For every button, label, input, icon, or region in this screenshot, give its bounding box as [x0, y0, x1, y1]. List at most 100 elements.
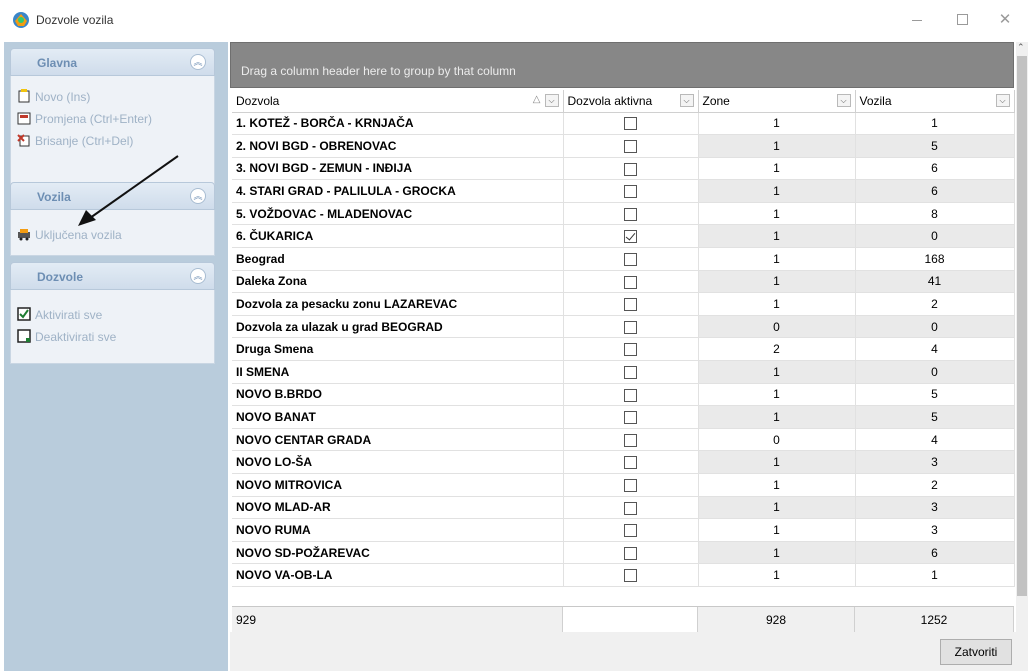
filter-dropdown-icon[interactable]: ⌵ — [544, 94, 559, 107]
group-body-vozila: Uključena vozila — [10, 210, 215, 256]
close-window-button[interactable]: ✕ — [982, 6, 1028, 34]
active-checkbox[interactable] — [624, 275, 637, 289]
table-row[interactable]: Dozvola za pesacku zonu LAZAREVAC 1 2 — [232, 292, 1015, 316]
cell-dozvola-aktivna[interactable] — [563, 450, 699, 474]
cell-dozvola-aktivna[interactable] — [563, 315, 699, 339]
filter-dropdown-icon[interactable]: ⌵ — [679, 94, 694, 107]
group-by-panel[interactable]: Drag a column header here to group by th… — [230, 42, 1014, 88]
cell-dozvola-aktivna[interactable] — [563, 202, 699, 226]
cell-vozila: 2 — [855, 473, 1015, 497]
active-checkbox[interactable] — [624, 185, 637, 199]
cell-dozvola-aktivna[interactable] — [563, 270, 699, 294]
active-checkbox[interactable] — [624, 433, 637, 447]
cell-vozila: 6 — [855, 179, 1015, 203]
table-row[interactable]: NOVO RUMA 1 3 — [232, 518, 1015, 542]
table-row[interactable]: NOVO CENTAR GRADA 0 4 — [232, 428, 1015, 452]
active-checkbox[interactable] — [624, 546, 637, 560]
cell-dozvola-aktivna[interactable] — [563, 360, 699, 384]
table-row[interactable]: Druga Smena 2 4 — [232, 337, 1015, 362]
cell-dozvola-aktivna[interactable] — [563, 563, 699, 587]
cell-dozvola-aktivna[interactable] — [563, 405, 699, 429]
table-row[interactable]: 2. NOVI BGD - OBRENOVAC 1 5 — [232, 134, 1015, 158]
group-header-vozila[interactable]: Vozila ︽ — [10, 182, 215, 210]
table-row[interactable]: NOVO MLAD-AR 1 3 — [232, 496, 1015, 520]
table-row[interactable]: Beograd 1 168 — [232, 247, 1015, 271]
cell-dozvola-aktivna[interactable] — [563, 541, 699, 565]
active-checkbox[interactable] — [624, 569, 637, 583]
table-row[interactable]: NOVO LO-ŠA 1 3 — [232, 450, 1015, 474]
cell-dozvola-aktivna[interactable] — [563, 496, 699, 520]
column-header-dozvola-aktivna[interactable]: Dozvola aktivna ⌵ — [563, 90, 699, 113]
vertical-scrollbar[interactable]: ⌃ — [1016, 42, 1028, 632]
cell-dozvola-aktivna[interactable] — [563, 134, 699, 158]
maximize-button[interactable] — [940, 6, 986, 34]
scroll-thumb[interactable] — [1017, 56, 1027, 596]
cell-dozvola-aktivna[interactable] — [563, 179, 699, 203]
navigation-pane: Glavna ︽ Novo (Ins) Promjena (Ctrl+Enter… — [4, 42, 228, 671]
filter-dropdown-icon[interactable]: ⌵ — [836, 94, 851, 107]
collapse-icon[interactable]: ︽ — [190, 188, 206, 204]
active-checkbox[interactable] — [624, 456, 637, 470]
group-header-glavna[interactable]: Glavna ︽ — [10, 48, 215, 76]
cell-dozvola-aktivna[interactable] — [563, 383, 699, 407]
table-row[interactable]: NOVO BANAT 1 5 — [232, 405, 1015, 429]
collapse-icon[interactable]: ︽ — [190, 54, 206, 70]
table-row[interactable]: 1. KOTEŽ - BORČA - KRNJAČA 1 1 — [232, 112, 1015, 136]
table-row[interactable]: Daleka Zona 1 41 — [232, 270, 1015, 294]
active-checkbox[interactable] — [624, 117, 637, 131]
active-checkbox[interactable] — [624, 411, 637, 425]
column-header-zone[interactable]: Zone ⌵ — [698, 90, 856, 113]
cell-dozvola-aktivna[interactable] — [563, 292, 699, 316]
column-header-vozila[interactable]: Vozila ⌵ — [855, 90, 1015, 113]
cell-dozvola-aktivna[interactable] — [563, 428, 699, 452]
active-checkbox[interactable] — [624, 320, 637, 334]
cell-zone: 1 — [698, 179, 856, 203]
active-checkbox[interactable] — [624, 388, 637, 402]
table-row[interactable]: 6. ČUKARICA 1 0 — [232, 224, 1015, 249]
table-row[interactable]: 4. STARI GRAD - PALILULA - GROCKA 1 6 — [232, 179, 1015, 203]
cell-dozvola-aktivna[interactable] — [563, 337, 699, 362]
active-checkbox[interactable] — [624, 207, 637, 221]
cell-dozvola-aktivna[interactable] — [563, 157, 699, 181]
summary-empty — [563, 607, 698, 633]
cell-vozila: 5 — [855, 383, 1015, 407]
active-checkbox[interactable] — [624, 253, 637, 267]
cell-vozila: 168 — [855, 247, 1015, 271]
table-row[interactable]: NOVO VA-OB-LA 1 1 — [232, 563, 1015, 587]
minimize-button[interactable] — [894, 6, 940, 34]
active-checkbox[interactable] — [624, 298, 637, 312]
new-doc-icon — [18, 89, 30, 103]
cell-zone: 1 — [698, 518, 856, 542]
close-button[interactable]: Zatvoriti — [940, 639, 1012, 665]
cell-dozvola-aktivna[interactable] — [563, 473, 699, 497]
collapse-icon[interactable]: ︽ — [190, 268, 206, 284]
table-row[interactable]: NOVO SD-POŽAREVAC 1 6 — [232, 541, 1015, 565]
cell-dozvola-aktivna[interactable] — [563, 518, 699, 542]
cell-dozvola: NOVO MLAD-AR — [232, 496, 564, 520]
table-row[interactable]: NOVO B.BRDO 1 5 — [232, 383, 1015, 407]
table-row[interactable]: Dozvola za ulazak u grad BEOGRAD 0 0 — [232, 315, 1015, 339]
group-header-dozvole[interactable]: Dozvole ︽ — [10, 262, 215, 290]
table-row[interactable]: 3. NOVI BGD - ZEMUN - INĐIJA 1 6 — [232, 157, 1015, 181]
cell-dozvola-aktivna[interactable] — [563, 112, 699, 136]
filter-dropdown-icon[interactable]: ⌵ — [995, 94, 1010, 107]
active-checkbox[interactable] — [624, 162, 637, 176]
table-row[interactable]: NOVO MITROVICA 1 2 — [232, 473, 1015, 497]
cell-dozvola-aktivna[interactable] — [563, 224, 699, 249]
active-checkbox[interactable] — [624, 230, 637, 244]
table-row[interactable]: 5. VOŽDOVAC - MLADENOVAC 1 8 — [232, 202, 1015, 226]
active-checkbox[interactable] — [624, 524, 637, 538]
active-checkbox[interactable] — [624, 365, 637, 379]
cell-zone: 1 — [698, 473, 856, 497]
active-checkbox[interactable] — [624, 343, 637, 357]
column-header-dozvola[interactable]: Dozvola △ ⌵ — [232, 90, 564, 113]
active-checkbox[interactable] — [624, 478, 637, 492]
active-checkbox[interactable] — [624, 140, 637, 154]
cell-vozila: 1 — [855, 112, 1015, 136]
scroll-up-icon[interactable]: ⌃ — [1017, 42, 1025, 53]
cell-dozvola-aktivna[interactable] — [563, 247, 699, 271]
table-row[interactable]: II SMENA 1 0 — [232, 360, 1015, 384]
active-checkbox[interactable] — [624, 501, 637, 515]
nav-item-label: Brisanje (Ctrl+Del) — [35, 134, 134, 148]
cell-zone: 1 — [698, 292, 856, 316]
